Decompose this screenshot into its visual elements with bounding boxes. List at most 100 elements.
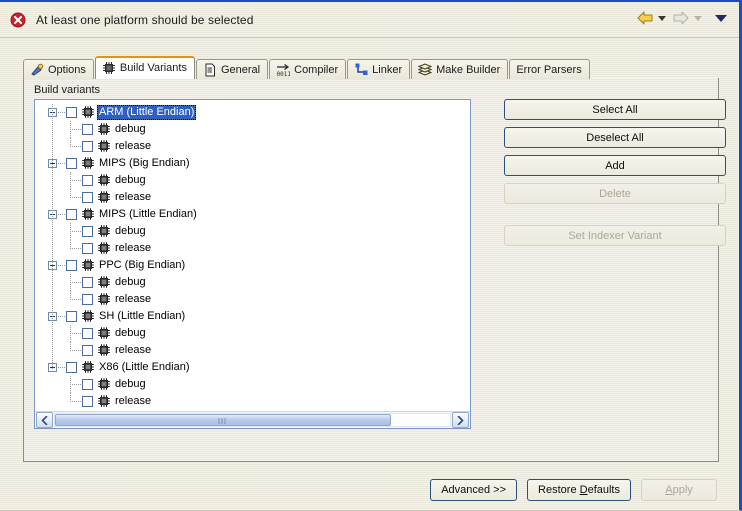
tree-row-platform[interactable]: SH (Little Endian) <box>35 308 470 325</box>
build-variants-tree[interactable]: ARM (Little Endian) debug release MIPS (Big… <box>34 99 471 429</box>
dialog-button-bar: Advanced >> Restore Defaults Apply <box>0 478 739 502</box>
tree-connector <box>58 112 66 113</box>
configuration-label[interactable]: release <box>113 139 153 154</box>
tree-row-platform[interactable]: MIPS (Little Endian) <box>35 206 470 223</box>
configuration-label[interactable]: debug <box>113 224 148 239</box>
tab-build-variants-label: Build Variants <box>120 62 187 74</box>
tab-linker[interactable]: Linker <box>347 59 410 79</box>
apply-button: Apply <box>641 479 717 501</box>
configuration-checkbox[interactable] <box>82 141 93 152</box>
add-button[interactable]: Add <box>504 155 726 176</box>
configuration-checkbox[interactable] <box>82 379 93 390</box>
tree-row-configuration[interactable]: debug <box>35 325 470 342</box>
tab-error-parsers-label: Error Parsers <box>516 64 581 76</box>
tree-connector <box>70 282 81 283</box>
tree-row-configuration[interactable]: release <box>35 240 470 257</box>
platform-label[interactable]: SH (Little Endian) <box>97 309 187 324</box>
tab-bar: Options Build Variants <box>23 57 739 79</box>
configuration-checkbox[interactable] <box>82 345 93 356</box>
tree-row-platform[interactable]: ARM (Little Endian) <box>35 104 470 121</box>
scrollbar-grip <box>218 418 227 424</box>
build-variants-panel: Build variants ARM (Little Endian)debugr… <box>23 78 719 462</box>
tab-make-builder[interactable]: Make Builder <box>411 59 508 79</box>
tab-compiler[interactable]: 0011 Compiler <box>269 59 346 79</box>
message-bar: At least one platform should be selected <box>0 2 739 38</box>
tree-row-configuration[interactable]: release <box>35 189 470 206</box>
tab-build-variants[interactable]: Build Variants <box>95 56 195 79</box>
deselect-all-button[interactable]: Deselect All <box>504 127 726 148</box>
configuration-label[interactable]: release <box>113 394 153 409</box>
scrollbar-track[interactable] <box>54 413 451 427</box>
scroll-left-button[interactable] <box>36 412 53 428</box>
platform-checkbox[interactable] <box>66 260 77 271</box>
error-icon <box>10 12 26 28</box>
tab-options[interactable]: Options <box>23 59 94 79</box>
tab-general-label: General <box>221 64 260 76</box>
configuration-checkbox[interactable] <box>82 124 93 135</box>
menu-dropdown-icon[interactable] <box>715 15 727 22</box>
chip-icon <box>97 173 111 187</box>
configuration-checkbox[interactable] <box>82 396 93 407</box>
platform-label[interactable]: PPC (Big Endian) <box>97 258 187 273</box>
advanced-button[interactable]: Advanced >> <box>430 479 517 501</box>
tab-general[interactable]: General <box>196 59 268 79</box>
tab-linker-label: Linker <box>372 64 402 76</box>
platform-label[interactable]: X86 (Little Endian) <box>97 360 192 375</box>
tree-row-configuration[interactable]: debug <box>35 223 470 240</box>
forward-dropdown-icon <box>694 16 702 21</box>
scrollbar-thumb[interactable] <box>55 414 391 426</box>
configuration-checkbox[interactable] <box>82 226 93 237</box>
tree-row-configuration[interactable]: debug <box>35 376 470 393</box>
tree-row-configuration[interactable]: debug <box>35 274 470 291</box>
platform-checkbox[interactable] <box>66 158 77 169</box>
configuration-label[interactable]: debug <box>113 173 148 188</box>
scroll-right-button[interactable] <box>452 412 469 428</box>
platform-checkbox[interactable] <box>66 107 77 118</box>
configuration-label[interactable]: debug <box>113 326 148 341</box>
configuration-label[interactable]: debug <box>113 275 148 290</box>
tree-connector <box>70 197 81 198</box>
configuration-label[interactable]: debug <box>113 122 148 137</box>
tree-connector <box>70 146 81 147</box>
back-arrow-icon[interactable] <box>637 11 653 25</box>
configuration-label[interactable]: debug <box>113 377 148 392</box>
tree-row-platform[interactable]: MIPS (Big Endian) <box>35 155 470 172</box>
tree-row-configuration[interactable]: release <box>35 291 470 308</box>
configuration-label[interactable]: release <box>113 343 153 358</box>
platform-checkbox[interactable] <box>66 209 77 220</box>
platform-label[interactable]: ARM (Little Endian) <box>97 105 196 120</box>
chip-icon <box>97 190 111 204</box>
tree-row-configuration[interactable]: debug <box>35 121 470 138</box>
select-all-button[interactable]: Select All <box>504 99 726 120</box>
tree-row-configuration[interactable]: debug <box>35 172 470 189</box>
horizontal-scrollbar[interactable] <box>35 411 470 428</box>
platform-checkbox[interactable] <box>66 311 77 322</box>
platform-checkbox[interactable] <box>66 362 77 373</box>
configuration-checkbox[interactable] <box>82 328 93 339</box>
configuration-checkbox[interactable] <box>82 175 93 186</box>
tab-error-parsers[interactable]: Error Parsers <box>509 59 589 79</box>
configuration-checkbox[interactable] <box>82 192 93 203</box>
configuration-checkbox[interactable] <box>82 294 93 305</box>
deselect-all-label: Deselect All <box>586 132 643 144</box>
chip-icon <box>81 105 95 119</box>
tree-row-platform[interactable]: X86 (Little Endian) <box>35 359 470 376</box>
tree-action-buttons: Select All Deselect All Add Delete Set I… <box>504 99 726 253</box>
svg-text:0011: 0011 <box>277 71 291 77</box>
configuration-checkbox[interactable] <box>82 277 93 288</box>
tree-row-configuration[interactable]: release <box>35 342 470 359</box>
configuration-label[interactable]: release <box>113 292 153 307</box>
chip-icon <box>97 343 111 357</box>
platform-label[interactable]: MIPS (Little Endian) <box>97 207 199 222</box>
linker-icon <box>354 63 368 77</box>
platform-label[interactable]: MIPS (Big Endian) <box>97 156 191 171</box>
tree-connector <box>70 401 81 402</box>
restore-defaults-button[interactable]: Restore Defaults <box>527 479 631 501</box>
configuration-checkbox[interactable] <box>82 243 93 254</box>
tree-row-platform[interactable]: PPC (Big Endian) <box>35 257 470 274</box>
tree-row-configuration[interactable]: release <box>35 393 470 410</box>
back-dropdown-icon[interactable] <box>658 16 666 21</box>
configuration-label[interactable]: release <box>113 190 153 205</box>
configuration-label[interactable]: release <box>113 241 153 256</box>
tree-row-configuration[interactable]: release <box>35 138 470 155</box>
